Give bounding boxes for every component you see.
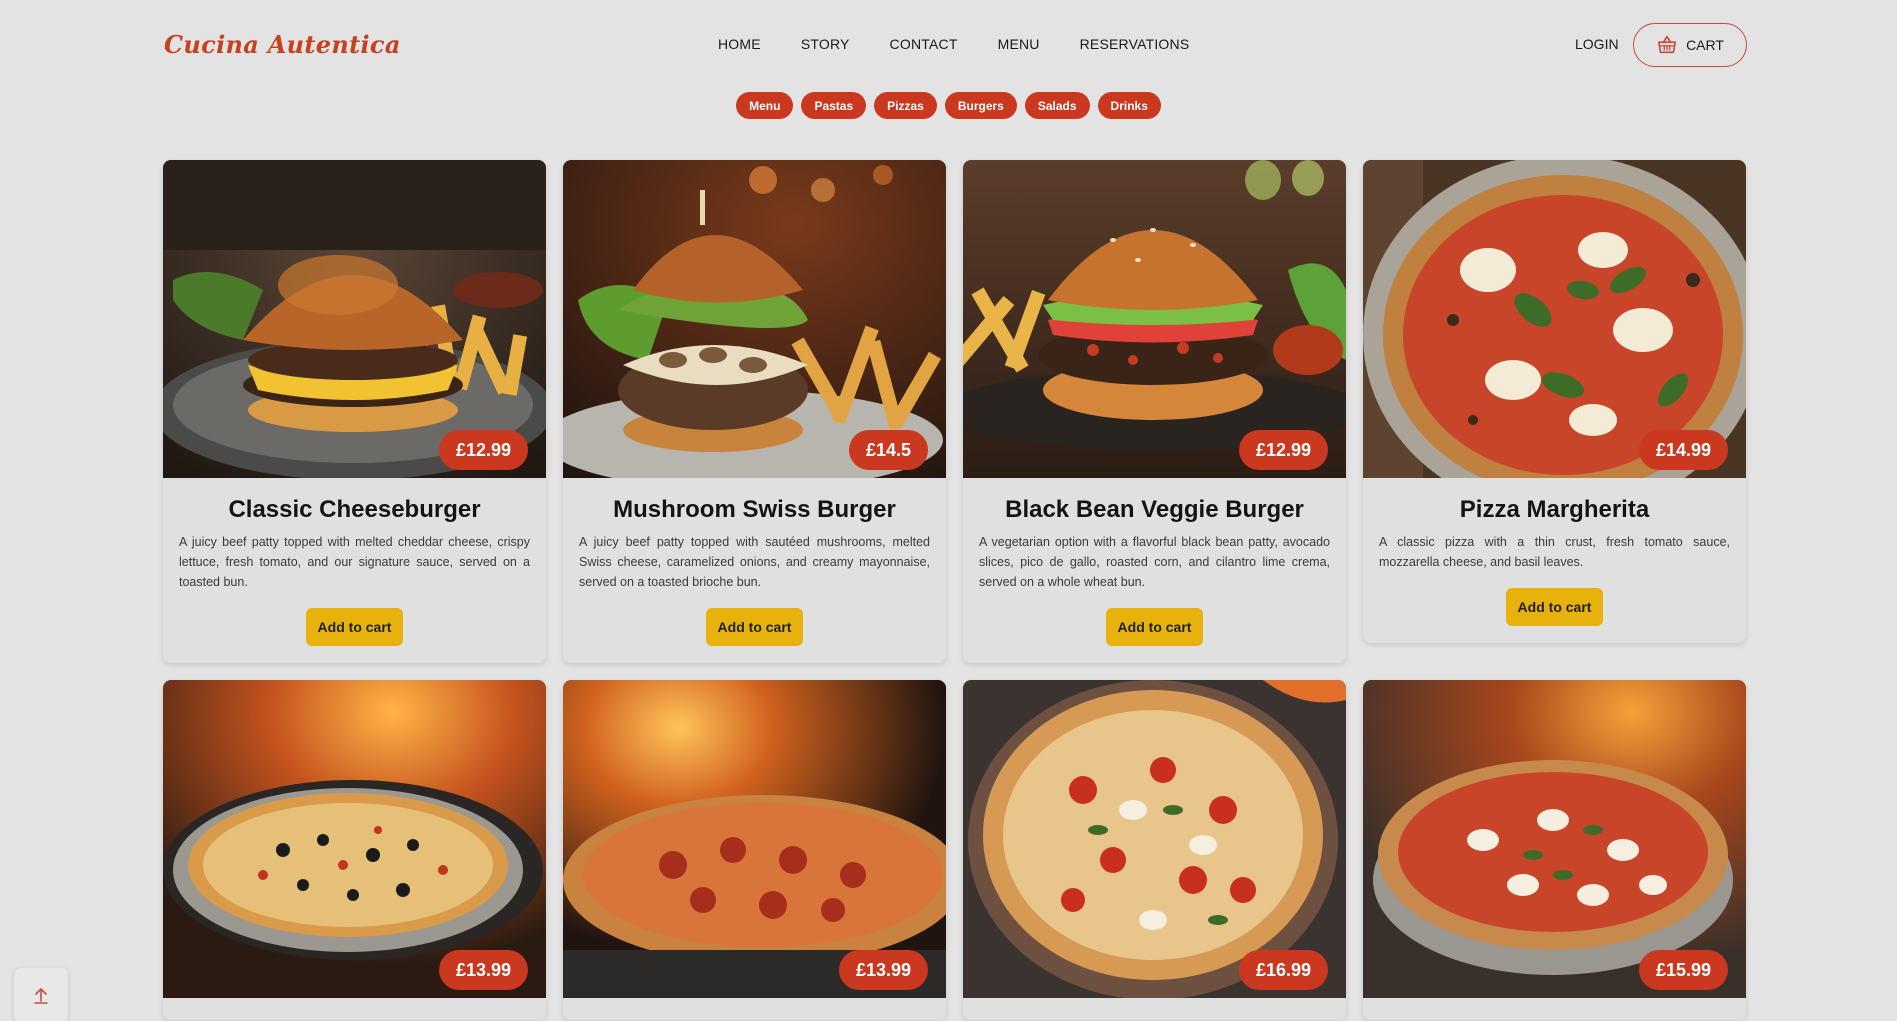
product-name: Black Bean Veggie Burger	[1005, 496, 1304, 523]
add-to-cart-button[interactable]: Add to cart	[1505, 588, 1604, 626]
site-logo[interactable]: Cucina Autentica	[164, 30, 401, 59]
product-card: £12.99 Black Bean Veggie Burger A vegeta…	[963, 160, 1346, 663]
product-image[interactable]: £12.99	[963, 160, 1346, 478]
product-card: £16.99	[963, 680, 1346, 1020]
category-drinks[interactable]: Drinks	[1097, 92, 1161, 119]
category-filter: Menu Pastas Pizzas Burgers Salads Drinks	[0, 92, 1897, 119]
site-header: Cucina Autentica HOME STORY CONTACT MENU…	[0, 0, 1897, 90]
main-nav: HOME STORY CONTACT MENU RESERVATIONS	[718, 36, 1229, 52]
cart-label: CART	[1686, 37, 1724, 53]
product-image[interactable]: £14.99	[1363, 160, 1746, 478]
product-card: £12.99 Classic Cheeseburger A juicy beef…	[163, 160, 546, 663]
price-badge: £12.99	[1238, 430, 1328, 470]
product-name: Mushroom Swiss Burger	[613, 496, 896, 523]
product-card: £15.99	[1363, 680, 1746, 1020]
price-badge: £14.5	[848, 430, 928, 470]
price-badge: £15.99	[1638, 950, 1728, 990]
basket-icon	[1657, 35, 1677, 54]
login-link[interactable]: LOGIN	[1575, 36, 1619, 52]
product-image[interactable]: £15.99	[1363, 680, 1746, 998]
card-body: Black Bean Veggie Burger A vegetarian op…	[963, 478, 1346, 662]
product-card: £13.99	[563, 680, 946, 1020]
product-description: A classic pizza with a thin crust, fresh…	[1379, 535, 1730, 569]
product-image[interactable]: £13.99	[163, 680, 546, 998]
category-pizzas[interactable]: Pizzas	[874, 92, 937, 119]
product-name: Classic Cheeseburger	[228, 496, 481, 523]
category-salads[interactable]: Salads	[1024, 92, 1090, 119]
price-badge: £14.99	[1638, 430, 1728, 470]
product-image[interactable]: £12.99	[163, 160, 546, 478]
nav-contact[interactable]: CONTACT	[890, 36, 958, 52]
card-body: Classic Cheeseburger A juicy beef patty …	[163, 478, 546, 662]
product-description: A juicy beef patty topped with sautéed m…	[579, 535, 930, 589]
category-pastas[interactable]: Pastas	[801, 92, 867, 119]
product-description: A juicy beef patty topped with melted ch…	[179, 535, 530, 589]
price-badge: £16.99	[1238, 950, 1328, 990]
price-badge: £13.99	[438, 950, 528, 990]
product-image[interactable]: £16.99	[963, 680, 1346, 998]
nav-reservations[interactable]: RESERVATIONS	[1080, 36, 1190, 52]
product-card: £14.5 Mushroom Swiss Burger A juicy beef…	[563, 160, 946, 663]
product-grid: £12.99 Classic Cheeseburger A juicy beef…	[163, 160, 1747, 1020]
add-to-cart-button[interactable]: Add to cart	[305, 608, 404, 646]
nav-menu[interactable]: MENU	[998, 36, 1040, 52]
category-menu[interactable]: Menu	[736, 92, 794, 119]
price-badge: £13.99	[838, 950, 928, 990]
cart-button[interactable]: CART	[1633, 23, 1747, 67]
add-to-cart-button[interactable]: Add to cart	[705, 608, 804, 646]
product-image[interactable]: £13.99	[563, 680, 946, 998]
product-description: A vegetarian option with a flavorful bla…	[979, 535, 1330, 589]
product-image[interactable]: £14.5	[563, 160, 946, 478]
scroll-to-top-button[interactable]	[14, 968, 68, 1021]
category-burgers[interactable]: Burgers	[944, 92, 1017, 119]
card-body: Mushroom Swiss Burger A juicy beef patty…	[563, 478, 946, 662]
product-card: £14.99 Pizza Margherita A classic pizza …	[1363, 160, 1746, 643]
arrow-up-icon	[34, 987, 48, 1004]
product-name: Pizza Margherita	[1459, 496, 1650, 523]
price-badge: £12.99	[438, 430, 528, 470]
nav-home[interactable]: HOME	[718, 36, 761, 52]
add-to-cart-button[interactable]: Add to cart	[1105, 608, 1204, 646]
card-body: Pizza Margherita A classic pizza with a …	[1363, 478, 1746, 642]
product-card: £13.99	[163, 680, 546, 1020]
nav-story[interactable]: STORY	[801, 36, 850, 52]
